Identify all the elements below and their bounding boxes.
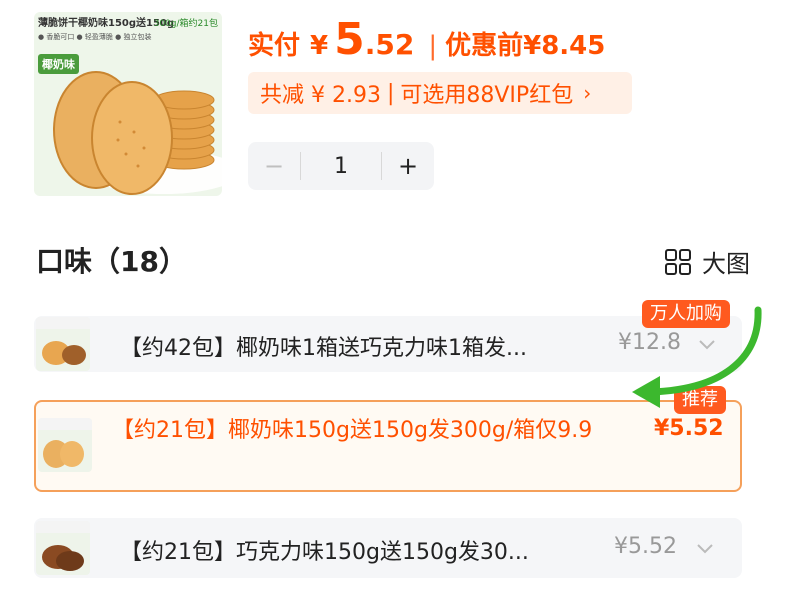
decrease-quantity-button[interactable]: − xyxy=(248,142,300,190)
actual-price-decimal: .52 xyxy=(364,28,415,61)
actual-price-integer: 5 xyxy=(334,14,365,65)
quantity-input[interactable]: 1 xyxy=(301,154,381,179)
product-image[interactable]: 薄脆饼干椰奶味150g送150g 300g/箱约21包 ● 香脆可口 ● 轻盈薄… xyxy=(34,12,222,196)
flavor-option-selected[interactable]: 【约21包】椰奶味150g送150g发300g/箱仅9.9 ¥5.52 xyxy=(34,400,742,492)
chevron-down-icon xyxy=(697,544,713,554)
original-price-label: 优惠前 xyxy=(445,31,524,61)
increase-quantity-button[interactable]: + xyxy=(382,142,434,190)
flavor-option[interactable]: 【约21包】巧克力味150g送150g发30... ¥5.52 xyxy=(34,518,742,578)
flavor-option-name: 【约42包】椰奶味1箱送巧克力味1箱发... xyxy=(120,336,527,361)
vip-redpacket-text: 可选用88VIP红包 xyxy=(400,83,574,108)
flavor-option-thumbnail xyxy=(36,521,90,575)
large-image-view-label: 大图 xyxy=(702,250,750,278)
flavor-option-price: ¥5.52 xyxy=(614,534,677,559)
cracker-illustration xyxy=(53,71,222,195)
chevron-right-icon: › xyxy=(583,81,592,105)
promo-separator: | xyxy=(386,80,395,106)
chevron-down-icon xyxy=(699,340,715,350)
cracker-thumb-icon xyxy=(36,317,90,365)
actual-price-label: 实付 xyxy=(248,31,301,61)
promo-discount-bar[interactable]: 共减 ¥ 2.93 | 可选用88VIP红包 › xyxy=(248,72,632,114)
flavor-option-price: ¥5.52 xyxy=(654,416,724,441)
price-separator: | xyxy=(428,31,438,61)
flavor-option[interactable]: 【约42包】椰奶味1箱送巧克力味1箱发... ¥12.8 xyxy=(34,316,742,372)
flavor-section-title: 口味（18） xyxy=(36,245,187,278)
quantity-stepper: − 1 + xyxy=(248,142,434,190)
discount-amount: 共减 ¥ 2.93 xyxy=(260,83,381,108)
currency-symbol: ¥ xyxy=(310,31,329,61)
recommend-badge: 推荐 xyxy=(674,386,726,414)
flavor-option-price: ¥12.8 xyxy=(618,330,681,355)
grid-view-icon xyxy=(665,248,691,275)
cracker-thumb-icon xyxy=(36,521,90,571)
large-image-view-toggle[interactable]: 大图 xyxy=(664,244,750,279)
original-price: ¥8.45 xyxy=(523,31,606,61)
flavor-option-thumbnail xyxy=(36,317,90,371)
popular-badge: 万人加购 xyxy=(642,300,730,328)
cracker-thumb-icon xyxy=(38,418,92,468)
price-summary: 实付 ¥ 5 .52 | 优惠前 ¥8.45 xyxy=(248,14,606,65)
flavor-option-name: 【约21包】巧克力味150g送150g发30... xyxy=(120,540,529,565)
flavor-option-name: 【约21包】椰奶味150g送150g发300g/箱仅9.9 xyxy=(112,418,593,443)
flavor-option-thumbnail xyxy=(38,418,92,472)
